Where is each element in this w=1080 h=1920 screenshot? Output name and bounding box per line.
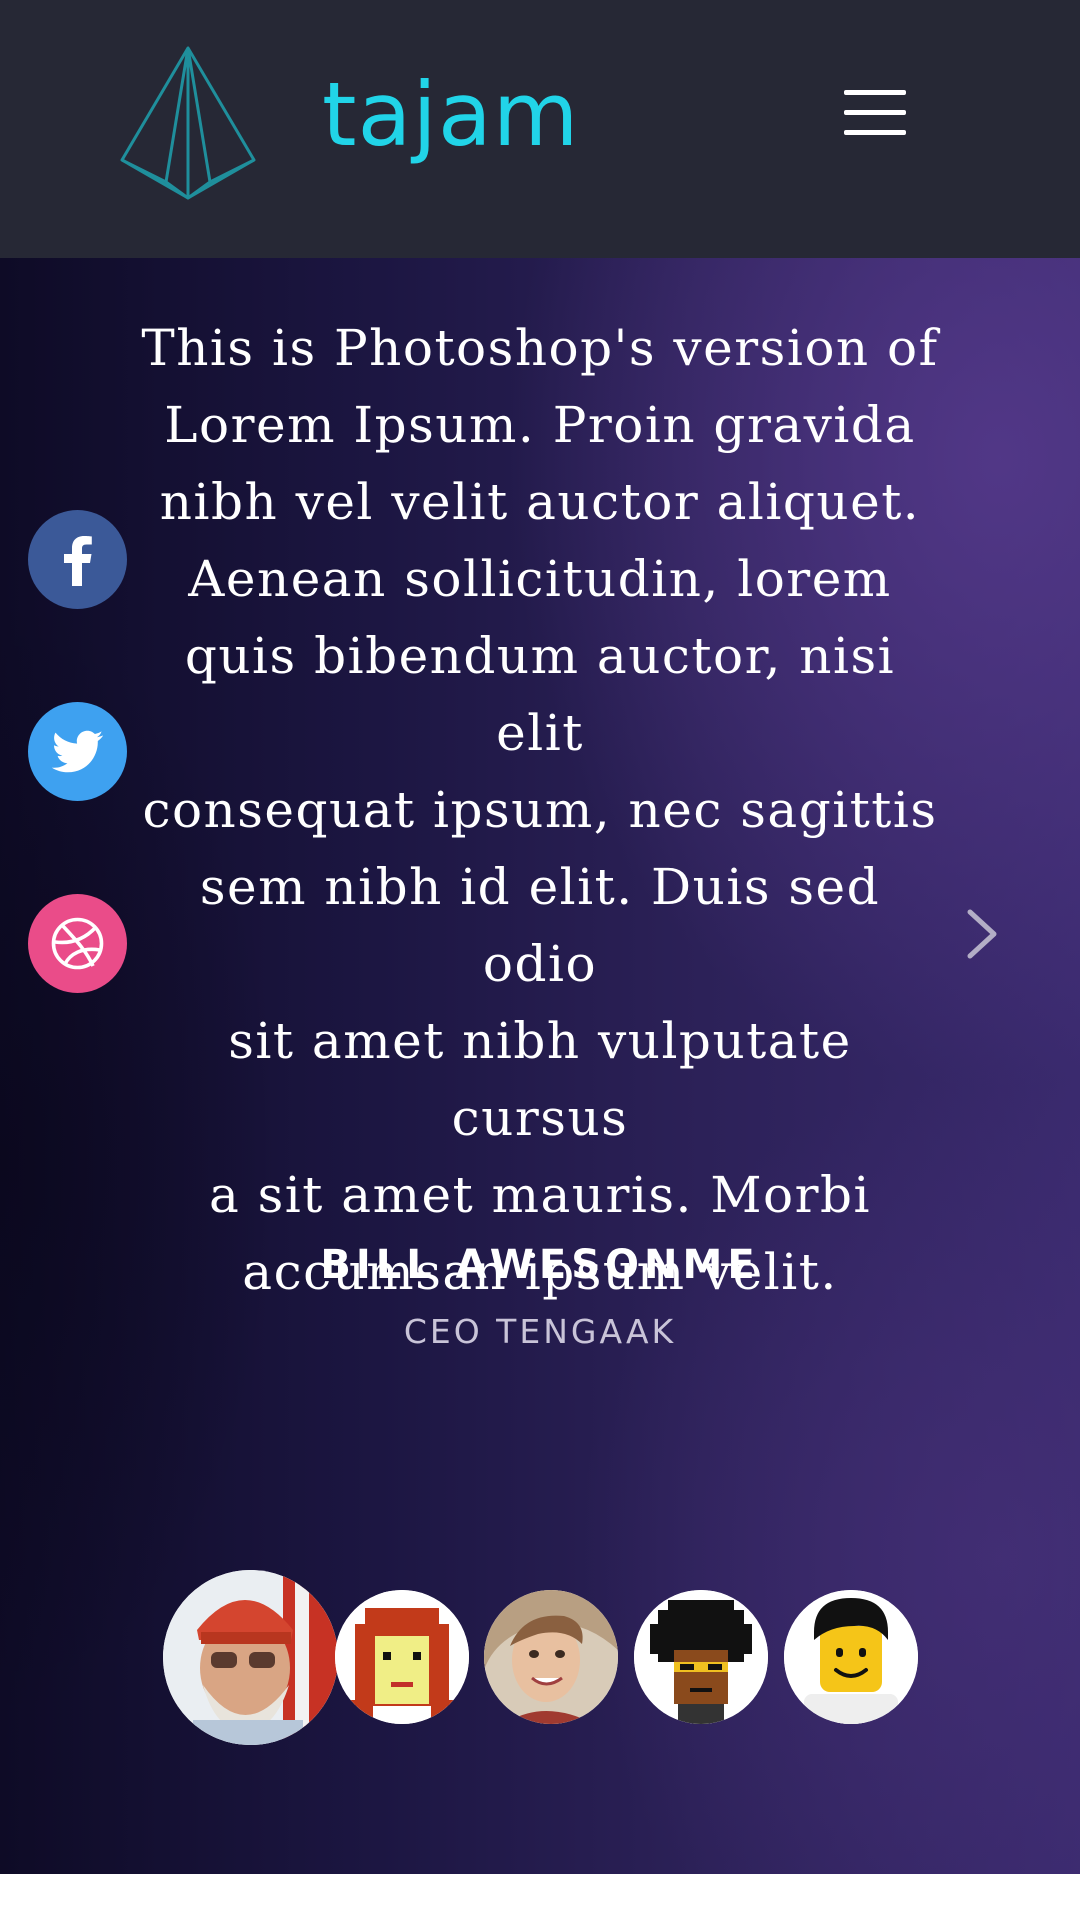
quote-line: consequat ipsum, nec sagittis bbox=[142, 781, 938, 839]
dribbble-button[interactable] bbox=[28, 894, 127, 993]
top-header: tajam bbox=[0, 0, 1080, 258]
testimonial-page: tajam This is Photoshop's version of Lor… bbox=[0, 0, 1080, 1920]
facebook-button[interactable] bbox=[28, 510, 127, 609]
quote-line: sem nibh id elit. Duis sed odio bbox=[199, 858, 881, 993]
dribbble-icon bbox=[51, 917, 104, 970]
quote-line: sit amet nibh vulputate cursus bbox=[228, 1012, 852, 1147]
chevron-right-icon[interactable] bbox=[960, 906, 1004, 962]
avatar-pixel-afro[interactable] bbox=[634, 1590, 768, 1724]
twitter-icon bbox=[51, 730, 103, 773]
avatar-smiling-woman[interactable] bbox=[484, 1590, 618, 1724]
brand-name[interactable]: tajam bbox=[322, 60, 580, 170]
quote-line: Aenean sollicitudin, lorem bbox=[188, 550, 892, 608]
hamburger-menu-icon[interactable] bbox=[838, 88, 910, 138]
quote-line: This is Photoshop's version of bbox=[141, 319, 939, 377]
avatar-man-red-cap[interactable] bbox=[163, 1570, 338, 1745]
paper-plane-icon[interactable] bbox=[118, 44, 258, 202]
twitter-button[interactable] bbox=[28, 702, 127, 801]
author-title: CEO TENGAAK bbox=[403, 1312, 677, 1351]
avatar-pixel-redhead[interactable] bbox=[335, 1590, 469, 1724]
author-name: BILL AWESONME bbox=[320, 1242, 760, 1288]
quote-line: nibh vel velit auctor aliquet. bbox=[159, 473, 921, 531]
testimonial-section: This is Photoshop's version of Lorem Ips… bbox=[0, 258, 1080, 1874]
quote-line: Lorem Ipsum. Proin gravida bbox=[164, 396, 916, 454]
avatar-lego-figure[interactable] bbox=[784, 1590, 918, 1724]
quote-line: a sit amet mauris. Morbi bbox=[208, 1166, 872, 1224]
facebook-icon bbox=[64, 536, 92, 586]
quote-line: quis bibendum auctor, nisi elit bbox=[184, 627, 896, 762]
testimonial-quote: This is Photoshop's version of Lorem Ips… bbox=[140, 310, 940, 1311]
